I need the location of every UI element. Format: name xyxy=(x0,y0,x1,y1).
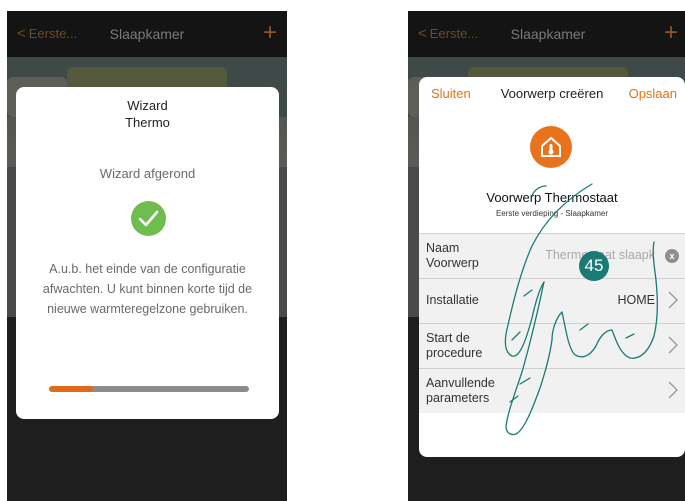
wizard-message: A.u.b. het einde van de configuratie afw… xyxy=(42,262,253,316)
row-start-procedure[interactable]: Start de procedure xyxy=(419,323,685,368)
phone-screen-left: < Eerste... Slaapkamer + Wizard Thermo Wi… xyxy=(7,11,287,501)
object-name: Voorwerp Thermostaat xyxy=(486,190,618,205)
wizard-title-line2: Thermo xyxy=(125,115,170,130)
row-label: Naam Voorwerp xyxy=(426,241,479,270)
row-installation[interactable]: Installatie HOME xyxy=(419,278,685,323)
top-bar: < Eerste... Slaapkamer + xyxy=(408,11,685,57)
top-bar: < Eerste... Slaapkamer + xyxy=(7,11,287,57)
create-object-dialog: Sluiten Voorwerp creëren Opslaan Voorwer… xyxy=(419,77,685,457)
row-label: Aanvullende parameters xyxy=(426,376,495,405)
row-label: Installatie xyxy=(426,293,479,307)
row-object-name[interactable]: Naam Voorwerp Thermostaat slaapk x xyxy=(419,233,685,278)
wizard-status: Wizard afgerond xyxy=(99,166,196,181)
save-button[interactable]: Opslaan xyxy=(629,86,677,101)
chevron-right-icon xyxy=(668,291,678,309)
wizard-title-line1: Wizard xyxy=(127,98,168,113)
check-icon xyxy=(131,201,166,236)
screen-title: Slaapkamer xyxy=(109,26,185,42)
step-number-badge: 45 xyxy=(579,251,609,281)
row-label: Start de procedure xyxy=(426,331,483,360)
wizard-dialog: Wizard Thermo Wizard afgerond A.u.b. het… xyxy=(16,87,279,419)
clear-icon[interactable]: x xyxy=(665,249,679,263)
progress-bar xyxy=(49,386,249,392)
screen-title: Slaapkamer xyxy=(510,26,586,42)
row-additional-parameters[interactable]: Aanvullende parameters xyxy=(419,368,685,413)
thermostat-house-icon xyxy=(530,126,572,168)
settings-list: Naam Voorwerp Thermostaat slaapk x Insta… xyxy=(419,233,685,413)
add-icon[interactable]: + xyxy=(664,19,678,47)
row-value: HOME xyxy=(617,293,656,307)
object-location: Eerste verdieping - Slaapkamer xyxy=(495,209,609,218)
chevron-right-icon xyxy=(668,381,678,399)
phone-screen-right: < Eerste... Slaapkamer + Sluiten Voorwerp… xyxy=(408,11,685,501)
chevron-right-icon xyxy=(668,336,678,354)
add-icon[interactable]: + xyxy=(263,19,277,47)
progress-fill xyxy=(49,386,93,392)
